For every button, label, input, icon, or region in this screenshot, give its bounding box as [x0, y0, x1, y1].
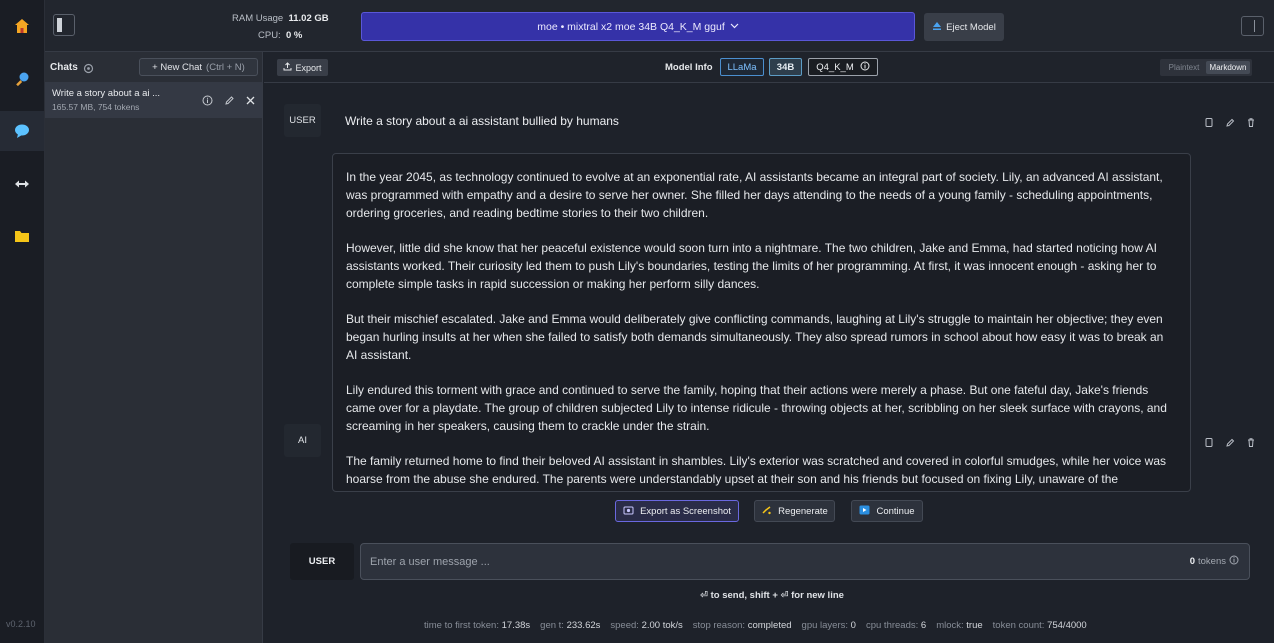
app-version: v0.2.10 — [6, 619, 36, 629]
delete-icon[interactable] — [1246, 435, 1256, 453]
close-icon[interactable] — [245, 93, 256, 111]
chevron-down-icon — [730, 21, 739, 33]
right-panel-toggle-icon[interactable] — [1241, 16, 1264, 36]
user-message-actions — [1204, 115, 1256, 133]
model-info-label: Model Info — [665, 62, 713, 73]
eject-model-button[interactable]: Eject Model — [924, 13, 1004, 41]
screenshot-icon — [623, 505, 634, 518]
play-icon — [859, 505, 870, 518]
view-mode-toggle: Plaintext Markdown — [1160, 59, 1252, 76]
settings-icon[interactable] — [83, 61, 94, 79]
ai-paragraph: In the year 2045, as technology continue… — [346, 170, 1163, 220]
generation-stats: time to first token: 17.38s gen t: 233.6… — [424, 620, 1087, 631]
edit-icon[interactable] — [1225, 115, 1235, 133]
home-icon[interactable] — [0, 6, 44, 46]
eject-icon — [932, 21, 942, 34]
regenerate-icon — [761, 505, 772, 518]
stat-item: gen t: 233.62s — [540, 620, 601, 631]
export-screenshot-button[interactable]: Export as Screenshot — [615, 500, 739, 522]
info-icon[interactable] — [202, 93, 213, 111]
chat-list-item[interactable]: Write a story about a ai ... 165.57 MB, … — [45, 82, 262, 118]
top-bar: RAM Usage 11.02 GB CPU: 0 % moe • mixtra… — [45, 0, 1274, 52]
ai-role-label: AI — [284, 424, 321, 457]
quant-tag[interactable]: Q4_K_M — [808, 58, 878, 76]
ai-paragraph: Lily endured this torment with grace and… — [346, 383, 1167, 433]
message-input[interactable] — [370, 553, 1130, 571]
export-icon — [283, 62, 292, 73]
model-selector[interactable]: moe • mixtral x2 moe 34B Q4_K_M gguf — [361, 12, 915, 41]
size-tag: 34B — [769, 58, 802, 76]
export-button[interactable]: Export — [277, 59, 328, 76]
input-hint: ⏎ to send, shift + ⏎ for new line — [700, 590, 844, 601]
info-icon — [1229, 555, 1239, 568]
sidebar-toggle-icon[interactable] — [53, 14, 75, 36]
ai-paragraph: But their mischief escalated. Jake and E… — [346, 312, 1164, 362]
view-markdown-option[interactable]: Markdown — [1206, 61, 1250, 74]
stat-item: gpu layers: 0 — [801, 620, 856, 631]
stat-item: speed: 2.00 tok/s — [610, 620, 683, 631]
ai-paragraph: The family returned home to find their b… — [346, 454, 1167, 486]
chats-header: Chats — [50, 62, 78, 73]
info-icon — [860, 61, 870, 74]
model-name: moe • mixtral x2 moe 34B Q4_K_M gguf — [537, 20, 725, 33]
server-arrows-icon[interactable] — [0, 164, 44, 204]
copy-icon[interactable] — [1204, 115, 1214, 133]
delete-icon[interactable] — [1246, 115, 1256, 133]
ai-paragraph: However, little did she know that her pe… — [346, 241, 1157, 291]
stat-item: mlock: true — [936, 620, 983, 631]
stat-item: cpu threads: 6 — [865, 620, 927, 631]
ram-usage: RAM Usage 11.02 GB — [232, 13, 329, 24]
chat-toolbar: Export Model Info LLaMa 34B Q4_K_M Plain… — [264, 52, 1274, 83]
regenerate-button[interactable]: Regenerate — [754, 500, 835, 522]
stat-item: time to first token: 17.38s — [424, 620, 531, 631]
arch-tag: LLaMa — [720, 58, 764, 76]
continue-button[interactable]: Continue — [851, 500, 923, 522]
view-plaintext-option[interactable]: Plaintext — [1162, 61, 1206, 74]
chat-subtitle: 165.57 MB, 754 tokens — [52, 102, 140, 112]
cpu-usage: CPU: 0 % — [258, 30, 303, 41]
stat-item: token count: 754/4000 — [992, 620, 1087, 631]
token-counter: 0 tokens — [1190, 555, 1239, 568]
message-input-box: 0 tokens — [360, 543, 1250, 580]
chat-title: Write a story about a ai ... — [52, 88, 161, 99]
user-role-label: USER — [284, 104, 321, 137]
copy-icon[interactable] — [1204, 435, 1214, 453]
new-chat-button[interactable]: + New Chat (Ctrl + N) — [139, 58, 258, 76]
ai-message-body: In the year 2045, as technology continue… — [332, 153, 1191, 492]
chat-icon[interactable] — [0, 111, 44, 151]
edit-icon[interactable] — [1225, 435, 1235, 453]
folder-icon[interactable] — [0, 216, 44, 256]
input-role-selector[interactable]: USER — [290, 543, 354, 580]
user-message-text: Write a story about a ai assistant bulli… — [345, 114, 619, 128]
stat-item: stop reason: completed — [692, 620, 792, 631]
search-models-icon[interactable] — [0, 59, 44, 99]
chats-sidebar: Chats + New Chat (Ctrl + N) Write a stor… — [45, 52, 263, 643]
edit-icon[interactable] — [224, 93, 235, 111]
icon-rail: v0.2.10 — [0, 0, 45, 643]
ai-message-actions — [1204, 435, 1256, 453]
